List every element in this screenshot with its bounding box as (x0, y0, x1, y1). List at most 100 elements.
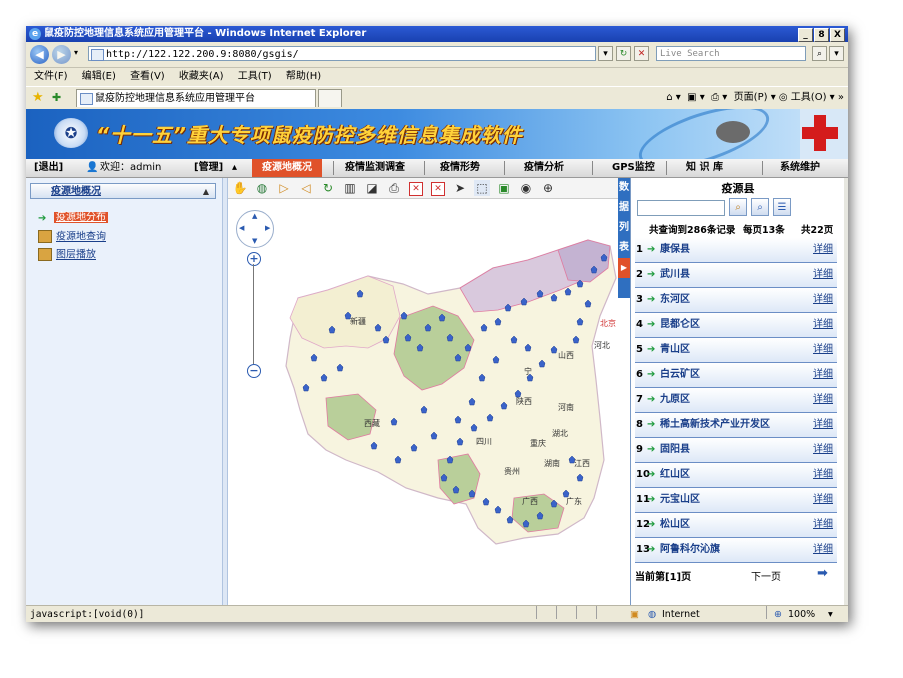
list-view-button[interactable]: ☰ (773, 198, 791, 216)
pan-right-icon[interactable]: ▶ (265, 224, 270, 232)
pan-left-icon[interactable]: ◀ (239, 224, 244, 232)
left-panel-header[interactable]: 疫源地概况 ▲ (30, 183, 216, 199)
feeds-icon[interactable]: ▣ ▾ (687, 92, 705, 103)
county-name[interactable]: 松山区 (660, 513, 690, 537)
county-name[interactable]: 康保县 (660, 238, 690, 262)
new-tab-button[interactable] (318, 89, 342, 107)
zoom-out-button[interactable]: − (247, 364, 261, 378)
page-scrollbar[interactable] (844, 178, 848, 605)
zoom-level[interactable]: 100% (788, 606, 815, 622)
menu-help[interactable]: 帮助(H) (286, 71, 321, 82)
left-item-distribution[interactable]: ➔ 疫源地分布 (38, 211, 108, 224)
county-row[interactable]: 3 ➔ 东河区 详细 (635, 288, 837, 313)
county-name[interactable]: 九原区 (660, 388, 690, 412)
collapse-right-icon[interactable]: ▶ (618, 258, 630, 278)
clear-selection-icon[interactable]: ✕ (431, 182, 445, 196)
county-search-input[interactable] (637, 200, 725, 216)
browser-tab[interactable]: 鼠疫防控地理信息系统应用管理平台 (76, 89, 316, 107)
zoom-dropdown-icon[interactable]: ▾ (828, 606, 833, 622)
pan-control[interactable]: ▲ ▼ ◀ ▶ (236, 210, 274, 248)
nav-item-source-overview[interactable]: 疫源地概况 (252, 159, 322, 177)
search-button[interactable]: ⌕ (729, 198, 747, 216)
county-row[interactable]: 7 ➔ 九原区 详细 (635, 388, 837, 413)
back-button[interactable]: ◀ (30, 45, 49, 64)
print-icon[interactable]: ⎙ ▾ (711, 92, 727, 103)
print-map-icon[interactable]: ⎙ (386, 180, 402, 196)
map-area[interactable]: ✋ ◍ ▷ ◁ ↻ ▥ ◪ ⎙ ✕ ✕ ➤ ⬚ ▣ ◉ ⊕ 新疆 西藏 四川 陕… (228, 178, 618, 605)
stop-button[interactable]: ✕ (634, 46, 649, 61)
county-name[interactable]: 固阳县 (660, 438, 690, 462)
menu-tools[interactable]: 工具(T) (238, 71, 272, 82)
county-row[interactable]: 13 ➔ 阿鲁科尔沁旗 详细 (635, 538, 837, 563)
zoom-in-tool-icon[interactable]: ⊕ (540, 180, 556, 196)
county-row[interactable]: 6 ➔ 白云矿区 详细 (635, 363, 837, 388)
globe-icon[interactable]: ◍ (254, 180, 270, 196)
restore-button[interactable]: 8 (814, 28, 829, 42)
county-row[interactable]: 10 ➔ 红山区 详细 (635, 463, 837, 488)
county-row[interactable]: 12 ➔ 松山区 详细 (635, 513, 837, 538)
county-row[interactable]: 4 ➔ 昆都仑区 详细 (635, 313, 837, 338)
county-name[interactable]: 昆都仑区 (660, 313, 700, 337)
detail-link[interactable]: 详细 (813, 238, 833, 262)
search-input[interactable]: Live Search (656, 46, 806, 61)
search-icon[interactable]: ⌕ (812, 46, 827, 61)
detail-link[interactable]: 详细 (813, 538, 833, 562)
county-name[interactable]: 白云矿区 (660, 363, 700, 387)
next-arrow-icon[interactable]: ➡ (817, 566, 828, 581)
county-name[interactable]: 元宝山区 (660, 488, 700, 512)
county-row[interactable]: 5 ➔ 青山区 详细 (635, 338, 837, 363)
menu-favorites[interactable]: 收藏夹(A) (179, 71, 224, 82)
measure-icon[interactable]: ▥ (342, 180, 358, 196)
county-row[interactable]: 11 ➔ 元宝山区 详细 (635, 488, 837, 513)
left-item-query[interactable]: 疫源地查询 (38, 230, 106, 244)
refresh-map-icon[interactable]: ↻ (320, 180, 336, 196)
clear-icon[interactable]: ✕ (409, 182, 423, 196)
china-map[interactable]: 新疆 西藏 四川 陕西 河南 湖北 贵州 湖南 广西 广东 山西 河北 宁 重庆… (228, 198, 618, 605)
close-window-button[interactable]: X (830, 28, 845, 42)
advanced-search-button[interactable]: ⌕ (751, 198, 769, 216)
forward-extent-icon[interactable]: ▷ (276, 180, 292, 196)
menu-view[interactable]: 查看(V) (130, 71, 165, 82)
add-favorite-icon[interactable]: ✚ (52, 90, 61, 105)
detail-link[interactable]: 详细 (813, 463, 833, 487)
nav-item-situation[interactable]: 疫情形势 (440, 159, 480, 177)
ruler-icon[interactable]: ◪ (364, 180, 380, 196)
home-icon[interactable]: ⌂ ▾ (666, 92, 681, 103)
nav-item-knowledge[interactable]: 知 识 库 (686, 159, 723, 177)
county-name[interactable]: 东河区 (660, 288, 690, 312)
chevron-right-icon[interactable]: » (838, 92, 844, 103)
manage-link[interactable]: [管理] (194, 159, 223, 177)
county-row[interactable]: 1 ➔ 康保县 详细 (635, 238, 837, 263)
search-options-button[interactable]: ▾ (829, 46, 844, 61)
left-item-layer-playback[interactable]: 图层播放 (38, 248, 96, 262)
detail-link[interactable]: 详细 (813, 313, 833, 337)
forward-button[interactable]: ▶ (52, 45, 71, 64)
next-page-link[interactable]: 下一页 (751, 568, 781, 583)
history-dropdown-icon[interactable]: ▾ (74, 48, 78, 57)
nav-item-analysis[interactable]: 疫情分析 (524, 159, 564, 177)
page-tools-menu[interactable]: 页面(P) ▾ ◎ 工具(O) ▾ (734, 92, 835, 103)
detail-link[interactable]: 详细 (813, 388, 833, 412)
county-row[interactable]: 8 ➔ 稀土高新技术产业开发区 详细 (635, 413, 837, 438)
back-extent-icon[interactable]: ◁ (298, 180, 314, 196)
refresh-button[interactable]: ↻ (616, 46, 631, 61)
data-list-tab[interactable]: 数 据 列 表 ▶ (618, 178, 630, 298)
detail-link[interactable]: 详细 (813, 288, 833, 312)
favorites-star-icon[interactable]: ★ (32, 90, 44, 105)
logout-link[interactable]: [退出] (34, 159, 63, 177)
zoom-slider[interactable] (253, 264, 254, 364)
collapse-icon[interactable]: ▲ (203, 184, 209, 200)
layer-icon[interactable]: ▣ (496, 180, 512, 196)
select-cursor-icon[interactable]: ➤ (452, 180, 468, 196)
address-dropdown-button[interactable]: ▾ (598, 46, 613, 61)
county-row[interactable]: 9 ➔ 固阳县 详细 (635, 438, 837, 463)
county-name[interactable]: 阿鲁科尔沁旗 (660, 538, 720, 562)
pan-hand-icon[interactable]: ✋ (232, 180, 248, 196)
box-select-icon[interactable]: ⬚ (474, 180, 490, 196)
eye-icon[interactable]: ◉ (518, 180, 534, 196)
detail-link[interactable]: 详细 (813, 413, 833, 437)
nav-item-monitoring[interactable]: 疫情监测调查 (345, 159, 405, 177)
county-name[interactable]: 武川县 (660, 263, 690, 287)
pan-up-icon[interactable]: ▲ (252, 212, 257, 220)
address-field[interactable]: http://122.122.200.9:8080/gsgis/ (88, 46, 596, 61)
